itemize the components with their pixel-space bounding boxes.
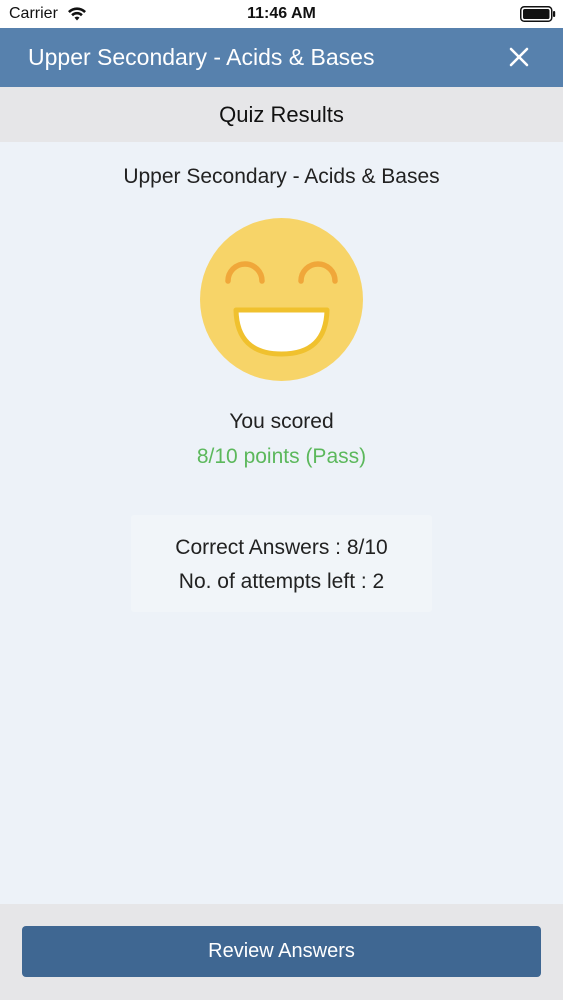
scored-label: You scored [229,410,334,433]
footer: Review Answers [0,904,563,1000]
score-value: 8/10 points (Pass) [196,445,367,468]
attempts-left-label: No. of attempts left : 2 [178,570,385,593]
section-header: Quiz Results [0,87,563,142]
status-time: 11:46 AM [247,5,316,22]
close-icon[interactable] [506,44,532,70]
battery-icon [520,6,556,22]
review-answers-button[interactable]: Review Answers [22,926,541,977]
status-bar: Carrier 11:46 AM [0,0,563,28]
stats-card: Correct Answers : 8/10 No. of attempts l… [131,515,432,612]
correct-answers-label: Correct Answers : 8/10 [175,536,388,559]
quiz-title: Upper Secondary - Acids & Bases [123,165,440,188]
navigation-bar: Upper Secondary - Acids & Bases [0,28,563,87]
nav-title: Upper Secondary - Acids & Bases [28,44,375,70]
smiley-face-icon [200,218,363,381]
